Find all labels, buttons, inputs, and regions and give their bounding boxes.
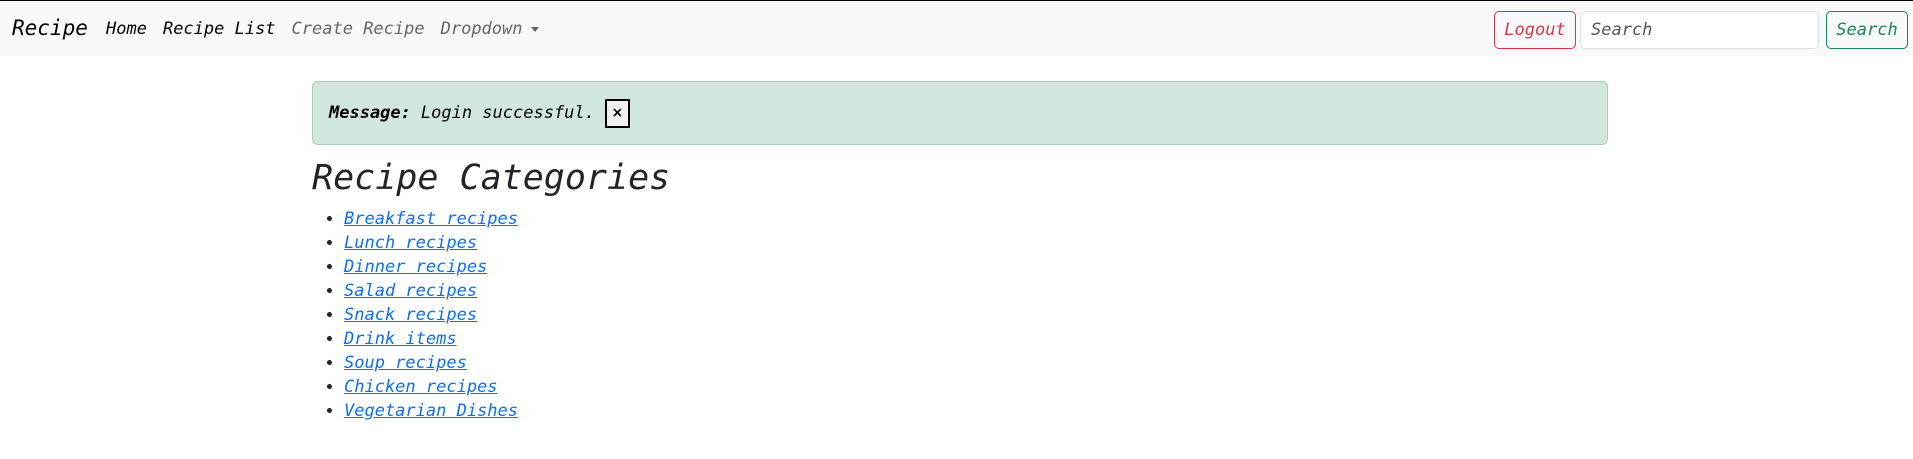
caret-down-icon: [530, 26, 539, 32]
nav-links: Home Recipe List Create Recipe Dropdown: [106, 18, 555, 40]
category-link-lunch[interactable]: Lunch recipes: [344, 233, 477, 253]
list-item: Lunch recipes: [344, 231, 518, 255]
logout-button[interactable]: Logout: [1494, 11, 1576, 49]
list-item: Drink items: [344, 327, 518, 351]
search-input[interactable]: [1580, 11, 1819, 49]
nav-dropdown-toggle[interactable]: Dropdown: [441, 18, 539, 40]
list-item: Vegetarian Dishes: [344, 399, 518, 423]
category-link-drink[interactable]: Drink items: [344, 329, 457, 349]
category-link-soup[interactable]: Soup recipes: [344, 353, 467, 373]
list-item: Dinner recipes: [344, 255, 518, 279]
category-link-salad[interactable]: Salad recipes: [344, 281, 477, 301]
list-item: Soup recipes: [344, 351, 518, 375]
list-item: Chicken recipes: [344, 375, 518, 399]
category-link-snack[interactable]: Snack recipes: [344, 305, 477, 325]
nav-dropdown-label: Dropdown: [440, 19, 523, 39]
navbar: Recipe Home Recipe List Create Recipe Dr…: [0, 1, 1913, 56]
search-button[interactable]: Search: [1826, 11, 1908, 49]
list-item: Salad recipes: [344, 279, 518, 303]
nav-link-recipe-list[interactable]: Recipe List: [163, 18, 276, 40]
category-link-chicken[interactable]: Chicken recipes: [344, 377, 498, 397]
list-item: Snack recipes: [344, 303, 518, 327]
close-icon[interactable]: ×: [604, 98, 630, 128]
list-item: Breakfast recipes: [344, 207, 518, 231]
navbar-brand[interactable]: Recipe: [12, 15, 88, 41]
nav-link-create-recipe[interactable]: Create Recipe: [292, 18, 425, 40]
nav-link-home[interactable]: Home: [106, 18, 147, 40]
category-link-dinner[interactable]: Dinner recipes: [344, 257, 487, 277]
page-title: Recipe Categories: [312, 158, 671, 198]
alert-label: Message:: [329, 103, 411, 123]
alert-message: Login successful.: [420, 103, 595, 123]
category-link-vegetarian[interactable]: Vegetarian Dishes: [344, 401, 518, 421]
success-alert: Message: Login successful. ×: [312, 81, 1608, 145]
category-list: Breakfast recipes Lunch recipes Dinner r…: [312, 207, 518, 423]
category-link-breakfast[interactable]: Breakfast recipes: [344, 209, 518, 229]
